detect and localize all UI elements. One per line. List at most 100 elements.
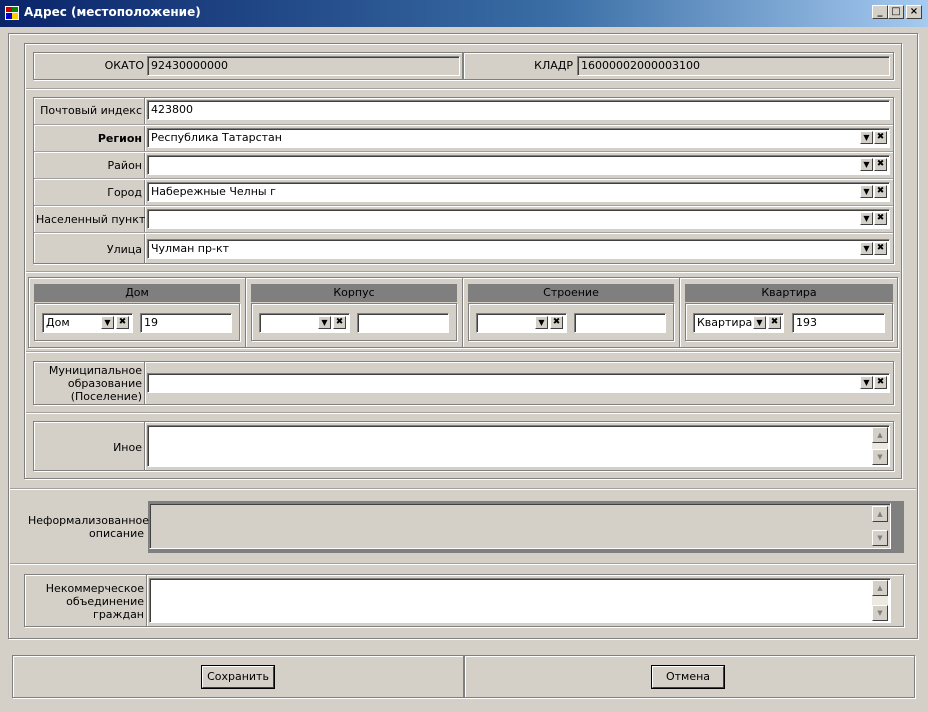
other-label: Иное [113,441,142,454]
divider [146,575,148,626]
locality-label: Населенный пункт [36,213,146,226]
divider [34,178,893,180]
divider [26,271,900,273]
okato-field[interactable]: 92430000000 [147,56,460,76]
okato-label: ОКАТО [104,59,144,72]
window-title: Адрес (местоположение) [24,5,201,19]
apartment-type-clear-button[interactable]: ✖ [768,316,781,329]
chevron-down-icon: ▼ [756,318,763,327]
clear-icon: ✖ [876,186,885,196]
clear-icon: ✖ [876,159,885,169]
apartment-header: Квартира [685,284,893,302]
korpus-header: Корпус [251,284,457,302]
chevron-down-icon: ▼ [863,133,870,142]
apartment-type-dropdown-button[interactable]: ▼ [753,316,766,329]
house-header: Дом [34,284,240,302]
close-button[interactable]: × [906,5,922,19]
stroenie-type-dropdown-button[interactable]: ▼ [535,316,548,329]
clear-icon: ✖ [118,317,127,327]
maximize-button[interactable]: □ [888,5,904,19]
stroenie-number-input[interactable] [574,313,666,333]
close-icon: × [909,6,919,17]
divider [34,151,893,153]
apartment-number-input[interactable]: 193 [792,313,885,333]
korpus-type-dropdown-button[interactable]: ▼ [318,316,331,329]
street-label: Улица [106,243,142,256]
arrow-down-icon: ▼ [877,609,883,617]
divider [34,232,893,234]
scroll-down-button[interactable]: ▼ [872,449,888,465]
municipal-dropdown-button[interactable]: ▼ [860,376,873,389]
arrow-up-icon: ▲ [877,431,883,439]
district-clear-button[interactable]: ✖ [874,158,887,171]
save-button[interactable]: Сохранить [202,666,274,688]
korpus-number-input[interactable] [357,313,449,333]
scroll-down-button[interactable]: ▼ [872,605,888,621]
postal-label: Почтовый индекс [40,104,142,117]
clear-icon: ✖ [552,317,561,327]
chevron-down-icon: ▼ [538,318,545,327]
scroll-up-button[interactable]: ▲ [872,580,888,596]
noncommercial-label-line: Некоммерческое [45,582,144,595]
divider [462,278,464,347]
scroll-down-button[interactable]: ▼ [872,530,888,546]
app-icon [5,6,19,20]
clear-icon: ✖ [876,132,885,142]
clear-icon: ✖ [770,317,779,327]
house-type-clear-button[interactable]: ✖ [116,316,129,329]
district-combobox[interactable] [147,155,890,175]
noncommercial-label-line: объединение [66,595,144,608]
noncommercial-label-line: граждан [93,608,144,621]
region-dropdown-button[interactable]: ▼ [860,131,873,144]
arrow-up-icon: ▲ [877,510,883,518]
divider [26,412,900,414]
minimize-button[interactable]: _ [872,5,888,19]
divider [144,362,146,404]
house-number-input[interactable]: 19 [140,313,232,333]
divider [10,563,916,565]
city-label: Город [107,186,142,199]
noncommercial-textarea[interactable] [149,578,891,623]
region-label: Регион [97,132,142,145]
korpus-type-clear-button[interactable]: ✖ [333,316,346,329]
arrow-up-icon: ▲ [877,584,883,592]
kladr-field[interactable]: 16000002000003100 [577,56,890,76]
municipal-label-line: (Поселение) [70,390,142,403]
divider [679,278,681,347]
municipal-label-line: Муниципальное [48,364,142,377]
chevron-down-icon: ▼ [104,318,111,327]
municipal-clear-button[interactable]: ✖ [874,376,887,389]
municipal-combobox[interactable] [147,373,890,393]
postal-input[interactable]: 423800 [147,100,890,120]
cancel-button[interactable]: Отмена [652,666,724,688]
district-dropdown-button[interactable]: ▼ [860,158,873,171]
informal-textarea[interactable] [149,503,891,549]
noncommercial-label: Некоммерческое объединение граждан [28,582,144,621]
informal-label-line: описание [89,527,144,540]
city-combobox[interactable]: Набережные Челны г [147,182,890,202]
city-dropdown-button[interactable]: ▼ [860,185,873,198]
street-clear-button[interactable]: ✖ [874,242,887,255]
locality-dropdown-button[interactable]: ▼ [860,212,873,225]
chevron-down-icon: ▼ [321,318,328,327]
street-combobox[interactable]: Чулман пр-кт [147,239,890,259]
region-clear-button[interactable]: ✖ [874,131,887,144]
divider [34,124,893,126]
stroenie-type-clear-button[interactable]: ✖ [550,316,563,329]
scroll-up-button[interactable]: ▲ [872,506,888,522]
scroll-up-button[interactable]: ▲ [872,427,888,443]
region-combobox[interactable]: Республика Татарстан [147,128,890,148]
chevron-down-icon: ▼ [863,378,870,387]
other-textarea[interactable] [147,425,890,467]
locality-clear-button[interactable]: ✖ [874,212,887,225]
locality-combobox[interactable] [147,209,890,229]
house-type-dropdown-button[interactable]: ▼ [101,316,114,329]
district-label: Район [107,159,142,172]
street-dropdown-button[interactable]: ▼ [860,242,873,255]
kladr-label: КЛАДР [534,59,573,72]
city-clear-button[interactable]: ✖ [874,185,887,198]
maximize-icon: □ [891,6,901,17]
informal-label: Неформализованное описание [28,514,149,540]
chevron-down-icon: ▼ [863,187,870,196]
chevron-down-icon: ▼ [863,160,870,169]
